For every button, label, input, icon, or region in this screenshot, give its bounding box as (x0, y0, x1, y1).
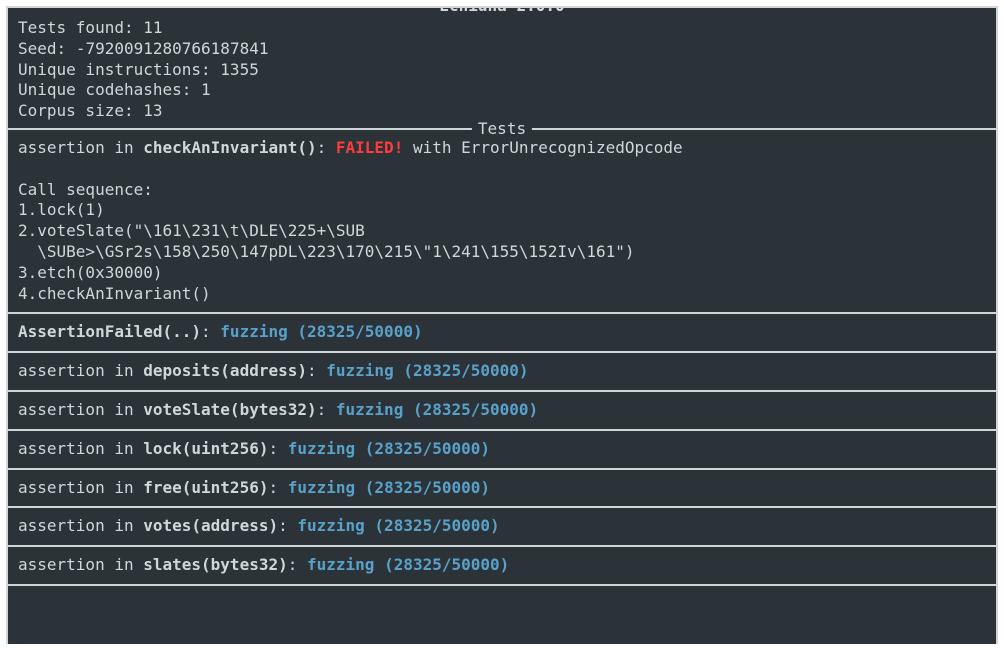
test-row: assertion in free(uint256): fuzzing (283… (8, 470, 996, 507)
tests-found-value: 11 (143, 18, 162, 37)
test-row-status: fuzzing (28325/50000) (288, 439, 490, 458)
test-row-name: votes(address) (143, 516, 278, 535)
test-row: assertion in votes(address): fuzzing (28… (8, 508, 996, 545)
call-seq-line: \SUBe>\GSr2s\158\250\147pDL\223\170\215\… (18, 242, 635, 261)
call-seq-line: 1.lock(1) (18, 200, 105, 219)
test-row-sep: : (307, 361, 326, 380)
test-row: assertion in deposits(address): fuzzing … (8, 353, 996, 390)
test-row-sep: : (268, 439, 287, 458)
test-row-name: lock(uint256) (143, 439, 268, 458)
test-row-prefix: assertion in (18, 516, 143, 535)
seed-label: Seed: (18, 39, 66, 58)
separator (8, 584, 996, 586)
corpus-size-value: 13 (143, 101, 162, 120)
test-row-prefix: assertion in (18, 478, 143, 497)
assertion-prefix: assertion in (18, 138, 143, 157)
tests-found-label: Tests found: (18, 18, 134, 37)
test-row-name: deposits(address) (143, 361, 307, 380)
test-row-prefix: assertion in (18, 439, 143, 458)
test-row-sep: : (201, 322, 220, 341)
test-row-sep: : (288, 555, 307, 574)
test-row-name: voteSlate(bytes32) (143, 400, 316, 419)
test-row: assertion in voteSlate(bytes32): fuzzing… (8, 392, 996, 429)
test-row-status: fuzzing (28325/50000) (297, 516, 499, 535)
test-row-sep: : (317, 400, 336, 419)
unique-instructions-label: Unique instructions: (18, 60, 211, 79)
test-row-status: fuzzing (28325/50000) (288, 478, 490, 497)
unique-codehashes-value: 1 (201, 80, 211, 99)
test-row-prefix: assertion in (18, 555, 143, 574)
test-row-name: free(uint256) (143, 478, 268, 497)
test-row: assertion in slates(bytes32): fuzzing (2… (8, 547, 996, 584)
unique-codehashes-label: Unique codehashes: (18, 80, 191, 99)
test-row-prefix: assertion in (18, 361, 143, 380)
call-seq-line: 3.etch(0x30000) (18, 263, 163, 282)
app-title: Echidna 2.0.0 (433, 6, 570, 17)
test-row-name: AssertionFailed(..) (18, 322, 201, 341)
test-row: assertion in lock(uint256): fuzzing (283… (8, 431, 996, 468)
test-row-status: fuzzing (28325/50000) (307, 555, 509, 574)
test-row-status: fuzzing (28325/50000) (336, 400, 538, 419)
test-row-prefix: assertion in (18, 400, 143, 419)
test-row: AssertionFailed(..): fuzzing (28325/5000… (8, 314, 996, 351)
call-sequence-label: Call sequence: (18, 180, 153, 199)
terminal-window: Echidna 2.0.0 Tests found: 11 Seed: -792… (6, 6, 998, 644)
test-row-status: fuzzing (28325/50000) (326, 361, 528, 380)
tests-section-label: Tests (472, 119, 532, 140)
test-row-name: slates(bytes32) (143, 555, 288, 574)
failed-suffix: with ErrorUnrecognizedOpcode (403, 138, 682, 157)
test-row-sep: : (268, 478, 287, 497)
failed-test-block: assertion in checkAnInvariant(): FAILED!… (8, 130, 996, 312)
call-seq-line: 4.checkAnInvariant() (18, 284, 211, 303)
test-row-sep: : (278, 516, 297, 535)
failed-fn-name: checkAnInvariant() (143, 138, 316, 157)
test-row-status: fuzzing (28325/50000) (220, 322, 422, 341)
failed-status: FAILED! (336, 138, 403, 157)
call-seq-line: 2.voteSlate("\161\231\t\DLE\225+\SUB (18, 221, 365, 240)
unique-instructions-value: 1355 (220, 60, 259, 79)
assertion-sep: : (317, 138, 336, 157)
corpus-size-label: Corpus size: (18, 101, 134, 120)
seed-value: -7920091280766187841 (76, 39, 269, 58)
stats-header: Tests found: 11 Seed: -79200912807661878… (8, 8, 996, 128)
